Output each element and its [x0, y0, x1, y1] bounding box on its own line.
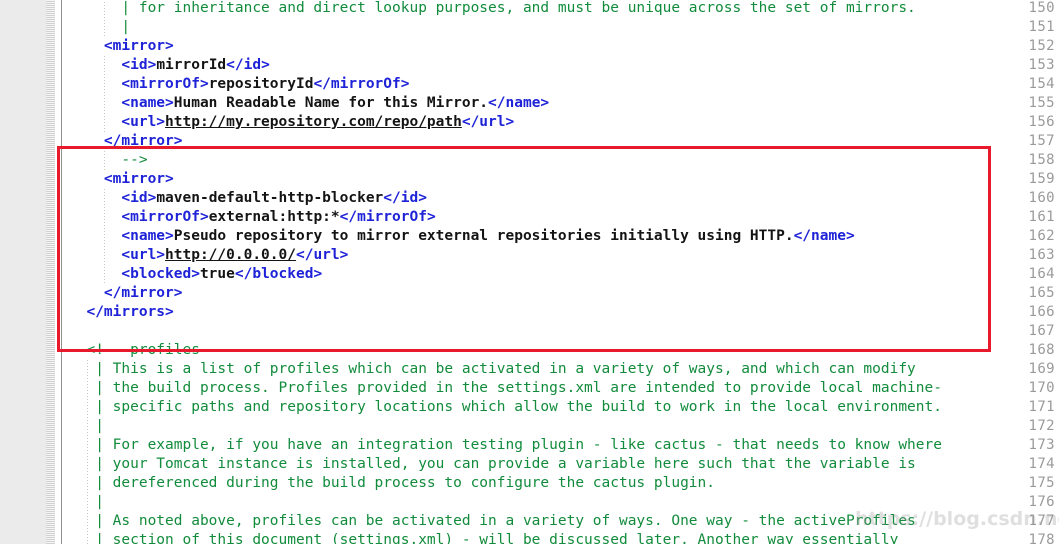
- code-line[interactable]: <!-- profiles: [69, 341, 200, 360]
- code-token-cmt: -->: [69, 152, 148, 168]
- indent-guide: [87, 360, 88, 544]
- code-token-tag: </mirrors>: [69, 304, 174, 320]
- code-token-txt: external:http:*: [208, 209, 340, 225]
- code-token-tag: <id>: [69, 57, 157, 73]
- code-line[interactable]: <mirror>: [69, 37, 174, 56]
- code-line[interactable]: <mirror>: [69, 170, 174, 189]
- code-line[interactable]: |: [69, 18, 130, 37]
- code-token-tag: </name>: [488, 95, 550, 111]
- code-token-tag: </mirror>: [69, 133, 183, 149]
- code-folding-column[interactable]: [55, 0, 69, 544]
- code-token-tag: </id>: [226, 57, 270, 73]
- code-line[interactable]: <id>maven-default-http-blocker</id>: [69, 189, 427, 208]
- code-token-tag: </mirror>: [69, 285, 183, 301]
- code-token-tag: </name>: [793, 228, 855, 244]
- code-text-layer[interactable]: | for inheritance and direct lookup purp…: [69, 0, 1059, 544]
- code-token-txt: repositoryId: [208, 76, 314, 92]
- code-token-txt: true: [199, 266, 235, 282]
- folding-rail: [61, 0, 62, 544]
- code-line[interactable]: <name>Human Readable Name for this Mirro…: [69, 94, 549, 113]
- code-token-cmt: | for inheritance and direct lookup purp…: [69, 0, 916, 16]
- code-token-tag: <mirrorOf>: [69, 209, 209, 225]
- code-token-tag: </url>: [461, 114, 515, 130]
- code-line[interactable]: | for inheritance and direct lookup purp…: [69, 0, 916, 18]
- code-token-txt: Pseudo repository to mirror external rep…: [173, 228, 794, 244]
- code-token-cmt: <!-- profiles: [69, 342, 200, 358]
- code-token-tag: <name>: [69, 95, 174, 111]
- code-token-link[interactable]: http://my.repository.com/repo/path: [165, 114, 462, 130]
- code-token-cmt: |: [69, 19, 131, 35]
- code-token-tag: <blocked>: [69, 266, 200, 282]
- code-token-txt: mirrorId: [156, 57, 227, 73]
- code-line[interactable]: | dereferenced during the build process …: [69, 474, 715, 493]
- code-line[interactable]: | your Tomcat instance is installed, you…: [69, 455, 916, 474]
- code-line[interactable]: </mirror>: [69, 132, 183, 151]
- code-line[interactable]: | section of this document (settings.xml…: [69, 531, 898, 544]
- code-token-tag: <mirror>: [69, 38, 174, 54]
- code-token-txt: maven-default-http-blocker: [156, 190, 384, 206]
- code-token-tag: </mirrorOf>: [313, 76, 410, 92]
- code-token-tag: <mirrorOf>: [69, 76, 209, 92]
- code-token-tag: <mirror>: [69, 171, 174, 187]
- code-line[interactable]: <mirrorOf>external:http:*</mirrorOf>: [69, 208, 436, 227]
- code-line[interactable]: </mirrors>: [69, 303, 174, 322]
- indent-guide: [104, 189, 105, 284]
- indent-guide: [104, 151, 105, 170]
- code-token-link[interactable]: http://0.0.0.0/: [165, 247, 296, 263]
- code-line[interactable]: <blocked>true</blocked>: [69, 265, 322, 284]
- code-line[interactable]: <mirrorOf>repositoryId</mirrorOf>: [69, 75, 409, 94]
- code-line[interactable]: <url>http://my.repository.com/repo/path<…: [69, 113, 514, 132]
- code-token-cmt: | dereferenced during the build process …: [69, 475, 716, 491]
- code-token-cmt: | This is a list of profiles which can b…: [69, 361, 916, 377]
- code-line[interactable]: <url>http://0.0.0.0/</url>: [69, 246, 348, 265]
- editor-gutter: [0, 0, 46, 544]
- code-token-tag: </id>: [383, 190, 427, 206]
- code-token-cmt: | As noted above, profiles can be activa…: [69, 513, 916, 529]
- code-token-cmt: | section of this document (settings.xml…: [69, 532, 899, 544]
- code-token-tag: </mirrorOf>: [339, 209, 436, 225]
- code-token-tag: <url>: [69, 247, 166, 263]
- code-line[interactable]: -->: [69, 151, 148, 170]
- indent-guide: [104, 56, 105, 132]
- code-line[interactable]: <name>Pseudo repository to mirror extern…: [69, 227, 855, 246]
- code-token-tag: <id>: [69, 190, 157, 206]
- code-editor[interactable]: 150 151 152 153 154 155 156 157 158 159 160 161 162 1…: [0, 0, 1059, 544]
- code-token-cmt: | For example, if you have an integratio…: [69, 437, 942, 453]
- code-token-cmt: | specific paths and repository location…: [69, 399, 942, 415]
- code-line[interactable]: | the build process. Profiles provided i…: [69, 379, 942, 398]
- code-token-tag: </blocked>: [234, 266, 323, 282]
- code-token-tag: </url>: [295, 247, 349, 263]
- code-line[interactable]: <id>mirrorId</id>: [69, 56, 270, 75]
- code-token-cmt: | the build process. Profiles provided i…: [69, 380, 942, 396]
- code-line[interactable]: | As noted above, profiles can be activa…: [69, 512, 916, 531]
- indent-guide: [104, 0, 105, 37]
- code-line[interactable]: </mirror>: [69, 284, 183, 303]
- code-token-tag: <url>: [69, 114, 166, 130]
- code-token-cmt: | your Tomcat instance is installed, you…: [69, 456, 916, 472]
- code-token-txt: Human Readable Name for this Mirror.: [173, 95, 489, 111]
- code-line[interactable]: | This is a list of profiles which can b…: [69, 360, 916, 379]
- code-token-tag: <name>: [69, 228, 174, 244]
- code-line[interactable]: | specific paths and repository location…: [69, 398, 942, 417]
- code-line[interactable]: | For example, if you have an integratio…: [69, 436, 942, 455]
- gutter-hatch-strip: [46, 0, 55, 544]
